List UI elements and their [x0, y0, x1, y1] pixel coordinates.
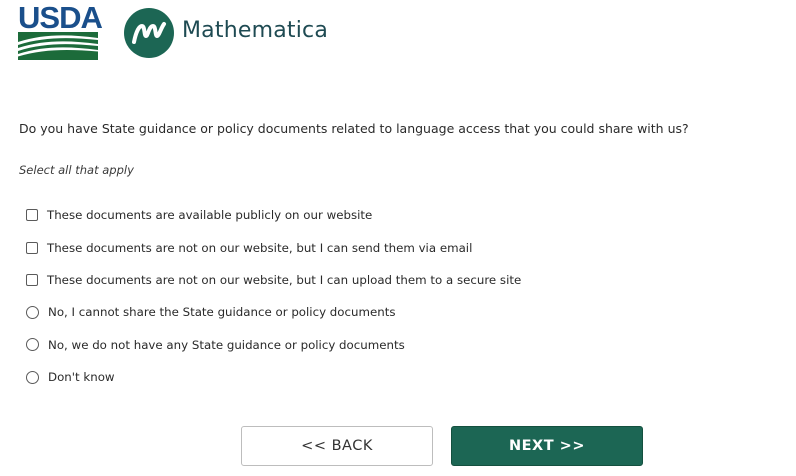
radio-button[interactable] — [26, 305, 39, 319]
usda-fields-icon — [18, 32, 98, 60]
option-label: No, we do not have any State guidance or… — [48, 337, 405, 352]
checkbox[interactable] — [26, 273, 38, 286]
header: USDA Mathematica — [18, 2, 328, 62]
option-label: No, I cannot share the State guidance or… — [48, 305, 396, 320]
option-dont-know[interactable]: Don't know — [26, 361, 521, 393]
mathematica-wordmark: Mathematica — [182, 18, 328, 43]
mathematica-m-icon — [124, 8, 174, 58]
radio-button[interactable] — [26, 370, 39, 384]
checkbox[interactable] — [26, 241, 38, 254]
question-text: Do you have State guidance or policy doc… — [19, 121, 689, 136]
option-label: These documents are available publicly o… — [47, 208, 373, 223]
survey-page: USDA Mathematica Do you have State guida… — [0, 0, 796, 476]
option-send-email[interactable]: These documents are not on our website, … — [26, 231, 521, 263]
option-public-website[interactable]: These documents are available publicly o… — [26, 199, 521, 231]
option-no-documents[interactable]: No, we do not have any State guidance or… — [26, 329, 521, 361]
option-cannot-share[interactable]: No, I cannot share the State guidance or… — [26, 296, 521, 328]
back-button[interactable]: << BACK — [241, 426, 433, 466]
instruction-text: Select all that apply — [19, 163, 134, 177]
answer-options: These documents are available publicly o… — [26, 199, 521, 393]
next-button[interactable]: NEXT >> — [451, 426, 643, 466]
usda-logo: USDA — [18, 2, 103, 60]
option-label: Don't know — [48, 370, 115, 385]
option-label: These documents are not on our website, … — [47, 272, 522, 287]
option-upload-secure-site[interactable]: These documents are not on our website, … — [26, 264, 521, 296]
option-label: These documents are not on our website, … — [47, 240, 473, 255]
checkbox[interactable] — [26, 209, 38, 222]
radio-button[interactable] — [26, 338, 39, 352]
usda-wordmark: USDA — [18, 0, 103, 35]
